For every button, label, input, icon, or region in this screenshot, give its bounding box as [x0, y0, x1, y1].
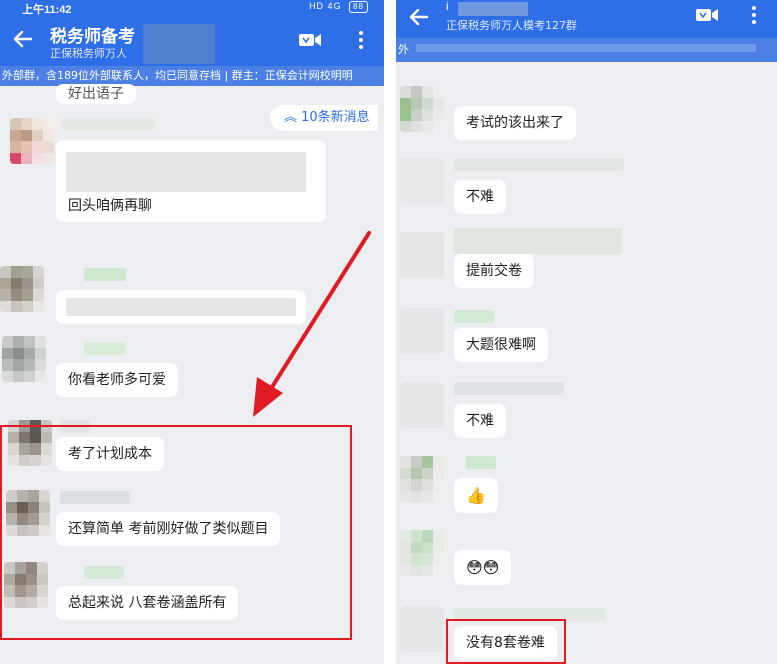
chat-subtitle: 正保税务师万人 — [50, 47, 127, 60]
new-messages-button[interactable]: ︽ 10条新消息 — [270, 105, 378, 131]
chat-header: 税务师备考 正保税务师万人 — [0, 16, 384, 66]
highlight-box — [446, 619, 566, 664]
sender-name-blurred — [454, 228, 622, 254]
right-chat-screenshot: i 正保税务师万人模考127群 外 考试的该出来了 不难 提前交卷 大题很难啊 … — [396, 0, 777, 664]
blurred-content — [66, 152, 306, 192]
avatar[interactable] — [2, 336, 46, 382]
new-messages-label: 10条新消息 — [301, 110, 370, 125]
avatar[interactable] — [400, 530, 444, 576]
sender-name-blurred — [454, 158, 624, 171]
panel-divider — [384, 0, 396, 664]
chat-title: i — [446, 0, 449, 13]
sender-name-blurred — [62, 118, 154, 131]
message-bubble: 😳😳 — [454, 550, 512, 585]
flushed-face-icon: 😳😳 — [466, 557, 500, 577]
battery-icon: 88 — [349, 1, 368, 13]
message-bubble: 提前交卷 — [454, 254, 534, 288]
message-bubble: 👍 — [454, 478, 498, 513]
thumbs-up-icon: 👍 — [466, 485, 486, 505]
chevron-up-icon: ︽ — [284, 110, 302, 125]
chat-title: 税务师备考 — [50, 27, 135, 46]
message-bubble: 考试的该出来了 — [454, 106, 576, 140]
back-arrow-icon[interactable] — [408, 6, 430, 28]
message-bubble: 你看老师多可爱 — [56, 363, 178, 397]
status-icons: HD 4G 88 — [309, 1, 368, 13]
sender-name-blurred — [84, 268, 126, 281]
more-options-icon[interactable] — [358, 30, 364, 50]
avatar[interactable] — [400, 382, 444, 428]
message-bubble: 大题很难啊 — [454, 328, 548, 362]
message-bubble: 回头咱俩再聊 — [56, 140, 326, 222]
left-chat-screenshot: 上午11:42 HD 4G 88 税务师备考 正保税务师万人 外部群，含189位… — [0, 0, 384, 664]
back-arrow-icon[interactable] — [12, 28, 34, 50]
message-bubble: 不难 — [454, 180, 506, 214]
video-call-icon[interactable] — [298, 31, 322, 49]
video-call-icon[interactable] — [695, 6, 719, 24]
avatar[interactable] — [10, 118, 54, 164]
avatar[interactable] — [400, 456, 444, 502]
blurred-notice — [416, 44, 756, 52]
avatar[interactable] — [400, 308, 444, 354]
avatar[interactable] — [0, 266, 44, 312]
sender-name-blurred — [454, 310, 494, 323]
message-bubble: 好出语子 — [56, 84, 136, 104]
sender-name-blurred — [84, 342, 126, 355]
message-text: 回头咱俩再聊 — [68, 198, 152, 214]
sender-name-blurred — [454, 382, 564, 395]
group-notice-bar: 外 — [396, 38, 777, 62]
status-time: 上午11:42 — [22, 4, 72, 16]
highlight-box — [0, 425, 352, 640]
avatar[interactable] — [400, 158, 444, 204]
red-arrow-annotation — [253, 231, 371, 417]
avatar[interactable] — [400, 86, 444, 132]
chat-header: i 正保税务师万人模考127群 — [396, 0, 777, 38]
avatar[interactable] — [400, 232, 444, 278]
avatar[interactable] — [400, 606, 444, 652]
blurred-title-region — [458, 2, 528, 16]
notice-text: 外 — [398, 43, 409, 56]
sender-name-blurred — [466, 456, 496, 469]
blurred-title-region — [143, 24, 215, 64]
message-bubble: 不难 — [454, 404, 506, 438]
network-indicator: HD 4G — [309, 1, 342, 11]
chat-subtitle: 正保税务师万人模考127群 — [446, 19, 577, 32]
group-notice-bar: 外部群，含189位外部联系人，均已同意存档 | 群主：正保会计网校明明 — [0, 66, 384, 86]
status-bar: 上午11:42 HD 4G 88 — [0, 0, 384, 16]
more-options-icon[interactable] — [751, 5, 757, 25]
